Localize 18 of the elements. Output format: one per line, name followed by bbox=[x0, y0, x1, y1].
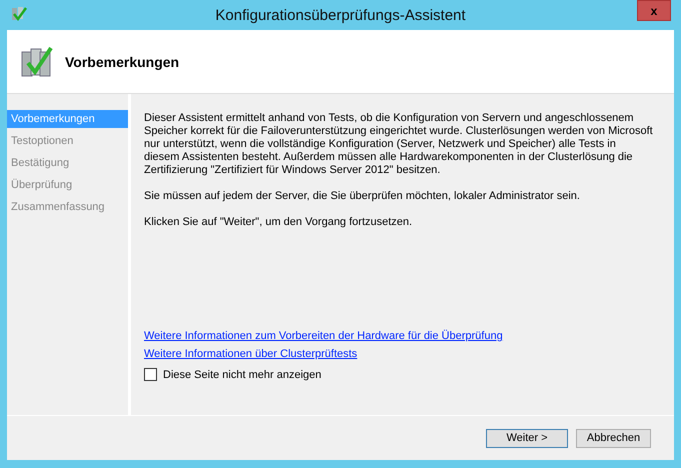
checkbox-label: Diese Seite nicht mehr anzeigen bbox=[163, 368, 322, 380]
info-link[interactable]: Weitere Informationen zum Vorbereiten der Hardware für die Überprüfung bbox=[144, 330, 503, 342]
step-item[interactable]: Überprüfung bbox=[7, 176, 128, 194]
server-check-icon bbox=[10, 5, 28, 23]
info-link[interactable]: Weitere Informationen über Clusterprüftests bbox=[144, 348, 358, 360]
step-item[interactable]: Testoptionen bbox=[7, 132, 128, 150]
dialog-button[interactable]: Abbrechen bbox=[576, 428, 651, 448]
description-text: Dieser Assistent ermittelt anhand von Tests, ob die Konfiguration von Servern und angeschlossenem Speicher korrekt für die Failoverunterstützung eingerichtet wurde. Clusterlösungen werden von Microsoft nur unterstützt, wenn die vollständige Konfiguration (Server, Netzwerk und Speicher) alle Tests in diesem Assistenten besteht. Außerdem müssen alle Hardwarekomponenten in der Clusterlösung die Zertifizierung "Zertifiziert für Windows Server 2012" besitzen. bbox=[144, 112, 654, 177]
step-item[interactable]: Vorbemerkungen bbox=[7, 110, 128, 128]
checkbox[interactable] bbox=[144, 368, 157, 381]
page-heading: Vorbemerkungen bbox=[65, 54, 180, 70]
step-item[interactable]: Zusammenfassung bbox=[7, 198, 128, 216]
window-title: Konfigurationsüberprüfungs-Assistent bbox=[215, 6, 466, 24]
description-text: Sie müssen auf jedem der Server, die Sie überprüfen möchten, lokaler Administrator sein. bbox=[144, 190, 581, 203]
close-button[interactable]: x bbox=[637, 0, 671, 21]
dialog-button[interactable]: Weiter > bbox=[486, 428, 568, 448]
step-item[interactable]: Bestätigung bbox=[7, 154, 128, 172]
description-text: Klicken Sie auf "Weiter", um den Vorgang fortzusetzen. bbox=[144, 216, 414, 229]
